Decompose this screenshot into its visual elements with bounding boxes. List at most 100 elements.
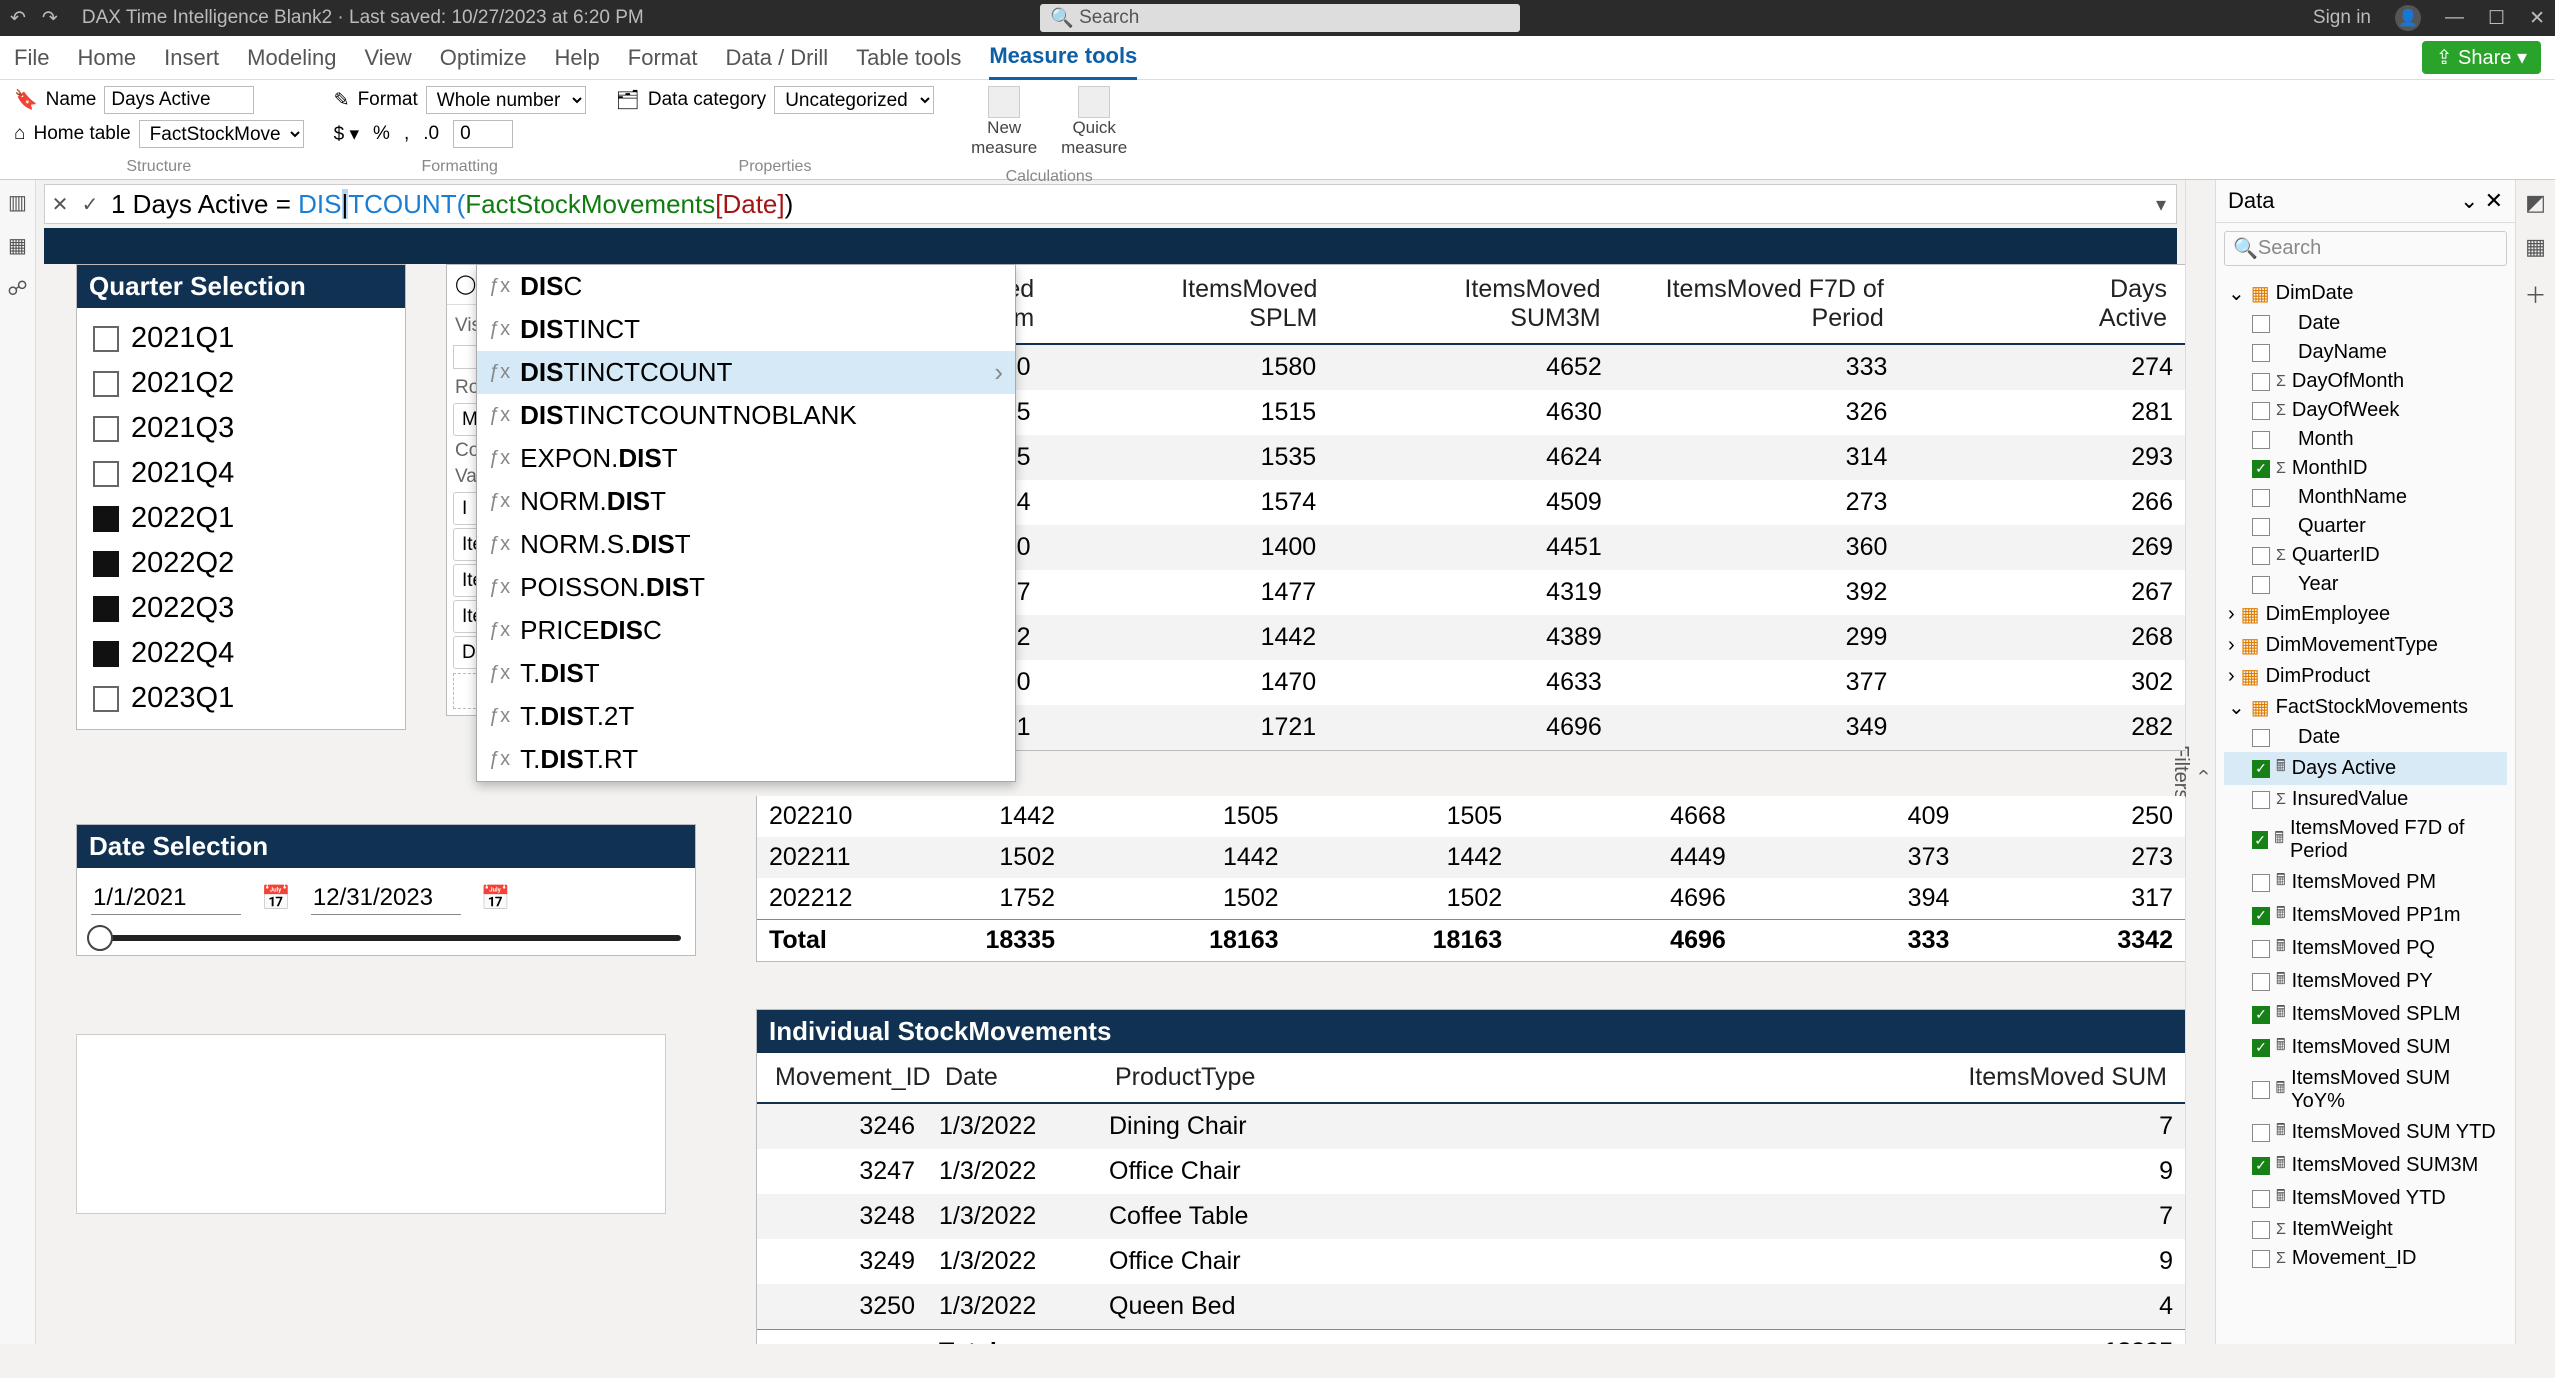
- checkbox[interactable]: [2252, 518, 2270, 536]
- checkbox-icon[interactable]: [93, 416, 119, 442]
- field-node[interactable]: ✓🖩ItemsMoved SUM: [2224, 1031, 2507, 1064]
- field-node[interactable]: ✓🖩ItemsMoved PP1m: [2224, 899, 2507, 932]
- close-icon[interactable]: ✕: [2529, 7, 2545, 30]
- checkbox[interactable]: ✓: [2252, 460, 2270, 478]
- decimals-input[interactable]: [453, 120, 513, 148]
- checkbox[interactable]: [2252, 874, 2270, 892]
- chevron-down-icon[interactable]: ⌄: [2460, 188, 2478, 213]
- cancel-formula-icon[interactable]: ✕: [45, 192, 75, 217]
- field-node[interactable]: 🖩ItemsMoved SUM YoY%: [2224, 1064, 2507, 1116]
- checkbox-icon[interactable]: [93, 371, 119, 397]
- minimize-icon[interactable]: —: [2445, 7, 2464, 29]
- table-node[interactable]: ⌄▦DimDate: [2224, 278, 2507, 309]
- ribbon-tab-view[interactable]: View: [364, 37, 411, 79]
- field-node[interactable]: ✓🖩ItemsMoved SPLM: [2224, 998, 2507, 1031]
- checkbox[interactable]: ✓: [2252, 907, 2270, 925]
- intellisense-item[interactable]: ƒxEXPON.DIST: [477, 437, 1015, 480]
- checkbox[interactable]: ✓: [2252, 1039, 2270, 1057]
- ribbon-tab-optimize[interactable]: Optimize: [440, 37, 527, 79]
- field-node[interactable]: 🖩ItemsMoved YTD: [2224, 1182, 2507, 1215]
- intellisense-item[interactable]: ƒxPOISSON.DIST: [477, 566, 1015, 609]
- column-header[interactable]: ProductType: [1103, 1063, 1363, 1092]
- quarter-item[interactable]: 2021Q2: [77, 361, 405, 406]
- field-node[interactable]: Quarter: [2224, 512, 2507, 541]
- checkbox[interactable]: [2252, 1124, 2270, 1142]
- intellisense-item[interactable]: ƒxT.DIST: [477, 652, 1015, 695]
- checkbox[interactable]: [2252, 489, 2270, 507]
- column-header[interactable]: ItemsMovedSUM3M: [1329, 275, 1612, 333]
- filters-rail[interactable]: ‹ Filters: [2185, 180, 2215, 1344]
- intellisense-item[interactable]: ƒxT.DIST.2T: [477, 695, 1015, 738]
- field-node[interactable]: ΣDayOfWeek: [2224, 396, 2507, 425]
- checkbox[interactable]: [2252, 1190, 2270, 1208]
- main-matrix-tail-rows[interactable]: 2022101442150515054668409250202211150214…: [756, 796, 2185, 962]
- column-header[interactable]: Movement_ID: [763, 1063, 933, 1092]
- checkbox-icon[interactable]: [93, 506, 119, 532]
- data-panel[interactable]: Data ⌄ ✕ 🔍 Search ⌄▦DimDateDateDayNameΣD…: [2215, 180, 2515, 1344]
- column-header[interactable]: DaysActive: [1896, 275, 2179, 333]
- table-view-icon[interactable]: ▦: [8, 233, 27, 258]
- maximize-icon[interactable]: ☐: [2488, 7, 2505, 30]
- home-table-select[interactable]: FactStockMovements: [139, 120, 304, 148]
- ribbon-tab-file[interactable]: File: [14, 37, 49, 79]
- visualizations-icon[interactable]: ◩: [2525, 190, 2546, 216]
- ribbon-tab-table-tools[interactable]: Table tools: [856, 37, 961, 79]
- expand-icon[interactable]: ⌄: [2228, 281, 2245, 306]
- column-header[interactable]: ItemsMoved F7D ofPeriod: [1613, 275, 1896, 333]
- ribbon-tab-help[interactable]: Help: [555, 37, 600, 79]
- quarter-item[interactable]: 2021Q3: [77, 406, 405, 451]
- checkbox[interactable]: [2252, 1221, 2270, 1239]
- ribbon-tab-measure-tools[interactable]: Measure tools: [989, 35, 1137, 80]
- checkbox-icon[interactable]: [93, 326, 119, 352]
- quarter-item[interactable]: 2023Q1: [77, 676, 405, 721]
- intellisense-item[interactable]: ƒxPRICEDISC: [477, 609, 1015, 652]
- ribbon-tab-format[interactable]: Format: [628, 37, 698, 79]
- column-header[interactable]: ItemsMoved SUM: [1363, 1063, 2179, 1092]
- expand-icon[interactable]: ›: [2228, 634, 2235, 657]
- quarter-item[interactable]: 2022Q4: [77, 631, 405, 676]
- back-icon[interactable]: ↶: [10, 7, 26, 30]
- checkbox-icon[interactable]: [93, 596, 119, 622]
- date-to-input[interactable]: [311, 882, 461, 915]
- data-category-select[interactable]: Uncategorized: [774, 86, 934, 114]
- field-node[interactable]: ΣMovement_ID: [2224, 1244, 2507, 1273]
- checkbox[interactable]: ✓: [2252, 760, 2270, 778]
- table-node[interactable]: ›▦DimEmployee: [2224, 599, 2507, 630]
- empty-visual-placeholder[interactable]: [76, 1034, 666, 1214]
- intellisense-popup[interactable]: ƒxDISCƒxDISTINCTƒxDISTINCTCOUNT›ƒxDISTIN…: [476, 264, 1016, 782]
- field-node[interactable]: ✓🖩ItemsMoved SUM3M: [2224, 1149, 2507, 1182]
- close-panel-icon[interactable]: ✕: [2485, 188, 2503, 213]
- field-node[interactable]: Date: [2224, 309, 2507, 338]
- table-row[interactable]: 32471/3/2022Office Chair9: [757, 1149, 2185, 1194]
- field-node[interactable]: 🖩ItemsMoved SUM YTD: [2224, 1116, 2507, 1149]
- checkbox[interactable]: [2252, 315, 2270, 333]
- expand-filters-icon[interactable]: ‹: [2192, 769, 2215, 776]
- intellisense-item[interactable]: ƒxNORM.DIST: [477, 480, 1015, 523]
- table-row[interactable]: 32491/3/2022Office Chair9: [757, 1239, 2185, 1284]
- field-node[interactable]: ✓ΣMonthID: [2224, 454, 2507, 483]
- field-node[interactable]: MonthName: [2224, 483, 2507, 512]
- checkbox[interactable]: [2252, 791, 2270, 809]
- checkbox[interactable]: [2252, 431, 2270, 449]
- date-selection-slicer[interactable]: Date Selection 📅 📅: [76, 824, 696, 956]
- quarter-item[interactable]: 2022Q2: [77, 541, 405, 586]
- checkbox[interactable]: ✓: [2252, 1157, 2270, 1175]
- ribbon-tab-insert[interactable]: Insert: [164, 37, 219, 79]
- field-node[interactable]: 🖩ItemsMoved PY: [2224, 965, 2507, 998]
- quarter-item[interactable]: 2022Q1: [77, 496, 405, 541]
- quarter-item[interactable]: 2021Q4: [77, 451, 405, 496]
- individual-movements-visual[interactable]: Individual StockMovements Movement_IDDat…: [756, 1009, 2185, 1344]
- commit-formula-icon[interactable]: ✓: [75, 192, 105, 217]
- checkbox-icon[interactable]: [93, 551, 119, 577]
- checkbox[interactable]: ✓: [2252, 1006, 2270, 1024]
- table-row[interactable]: 32461/3/2022Dining Chair7: [757, 1104, 2185, 1149]
- quick-measure-button[interactable]: Quick measure: [1054, 86, 1134, 158]
- decimal-icon[interactable]: .0: [423, 123, 439, 145]
- field-node[interactable]: 🖩ItemsMoved PM: [2224, 866, 2507, 899]
- checkbox[interactable]: [2252, 402, 2270, 420]
- field-node[interactable]: ΣQuarterID: [2224, 541, 2507, 570]
- quarter-item[interactable]: 2022Q3: [77, 586, 405, 631]
- ribbon-tab-home[interactable]: Home: [77, 37, 136, 79]
- date-slider[interactable]: [91, 935, 681, 941]
- intellisense-item[interactable]: ƒxNORM.S.DIST: [477, 523, 1015, 566]
